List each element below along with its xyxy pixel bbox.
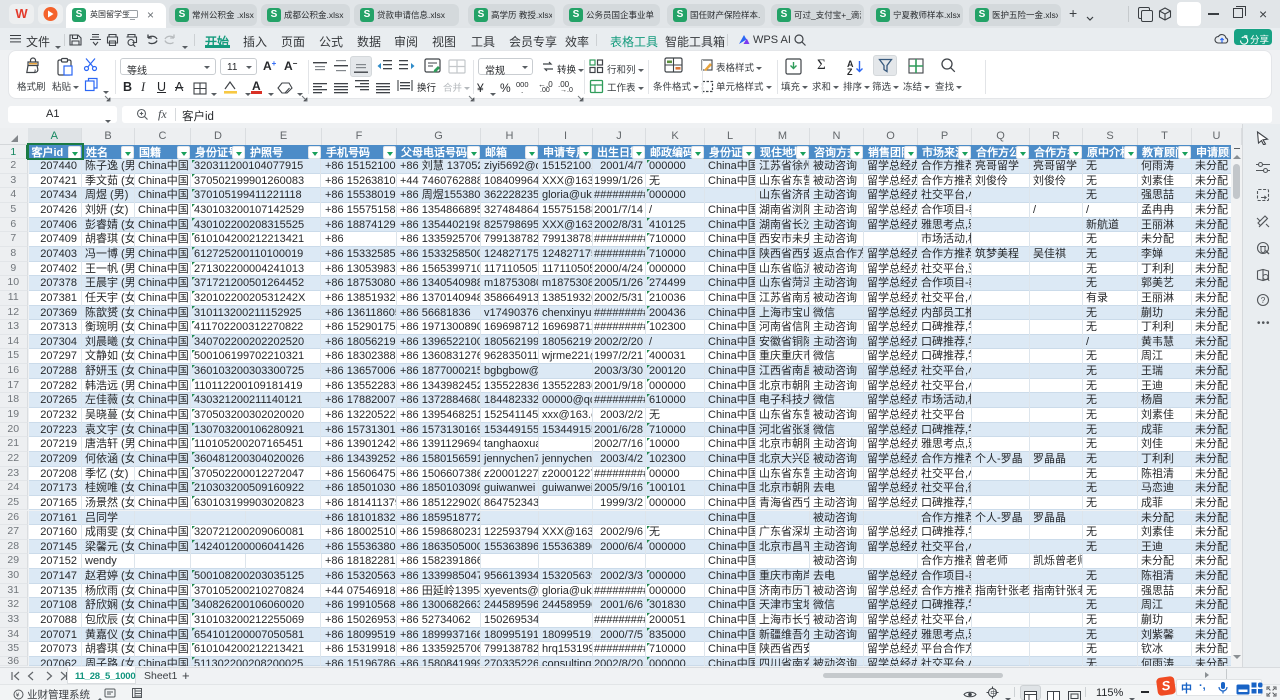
- svg-text:.00: .00: [540, 87, 550, 92]
- svg-text:?: ?: [1261, 295, 1266, 305]
- svg-text:中: 中: [990, 688, 997, 697]
- svg-text:,: ,: [521, 86, 523, 93]
- svg-text:¥: ¥: [16, 692, 20, 699]
- svg-text:Z: Z: [847, 67, 853, 75]
- svg-text:→.0: →.0: [560, 87, 573, 92]
